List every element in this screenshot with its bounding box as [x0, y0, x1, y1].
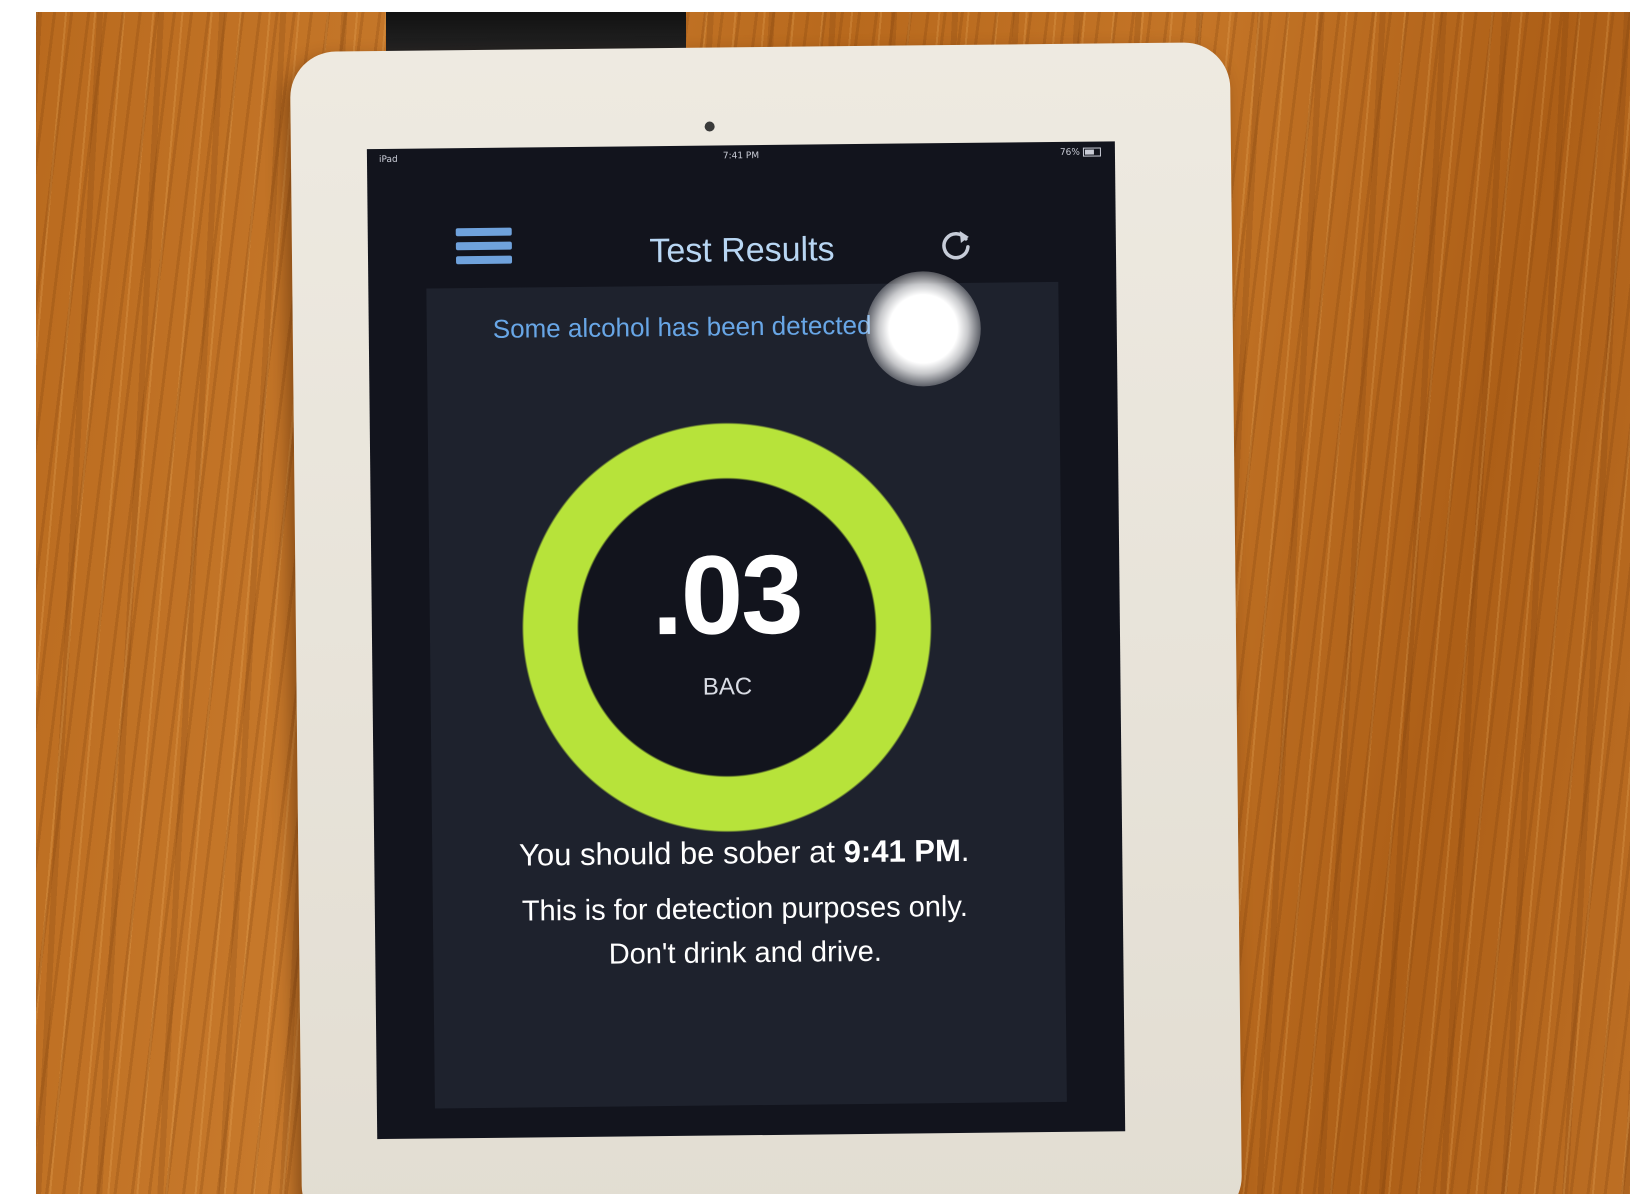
photo-background: iPad 7:41 PM 76% Test Results Some alcoh… — [36, 12, 1630, 1194]
light-glare — [865, 270, 982, 387]
disclaimer-line-2: Don't drink and drive. — [608, 935, 883, 971]
bac-label: BAC — [702, 673, 753, 701]
sober-prefix: You should be sober at — [518, 834, 844, 873]
alert-message: Some alcohol has been detected — [492, 309, 872, 344]
ipad-device: iPad 7:41 PM 76% Test Results Some alcoh… — [289, 42, 1243, 1194]
battery-icon — [1082, 147, 1101, 157]
sober-time-message: You should be sober at 9:41 PM. — [434, 832, 1054, 874]
front-camera — [704, 121, 715, 132]
bac-value: .03 — [651, 531, 803, 659]
status-bar: iPad 7:41 PM 76% — [367, 141, 1115, 171]
page-title: Test Results — [649, 230, 835, 271]
status-battery: 76% — [1059, 147, 1101, 158]
battery-percent: 76% — [1059, 147, 1080, 158]
sober-time: 9:41 PM — [843, 832, 962, 870]
sober-suffix: . — [960, 832, 970, 868]
disclaimer-line-1: This is for detection purposes only. — [521, 890, 968, 928]
refresh-icon[interactable] — [936, 225, 976, 265]
status-time: 7:41 PM — [722, 151, 760, 162]
app-screen: iPad 7:41 PM 76% Test Results Some alcoh… — [366, 141, 1126, 1140]
disclaimer: This is for detection purposes only. Don… — [435, 884, 1056, 978]
nav-bar: Test Results — [367, 191, 1116, 289]
